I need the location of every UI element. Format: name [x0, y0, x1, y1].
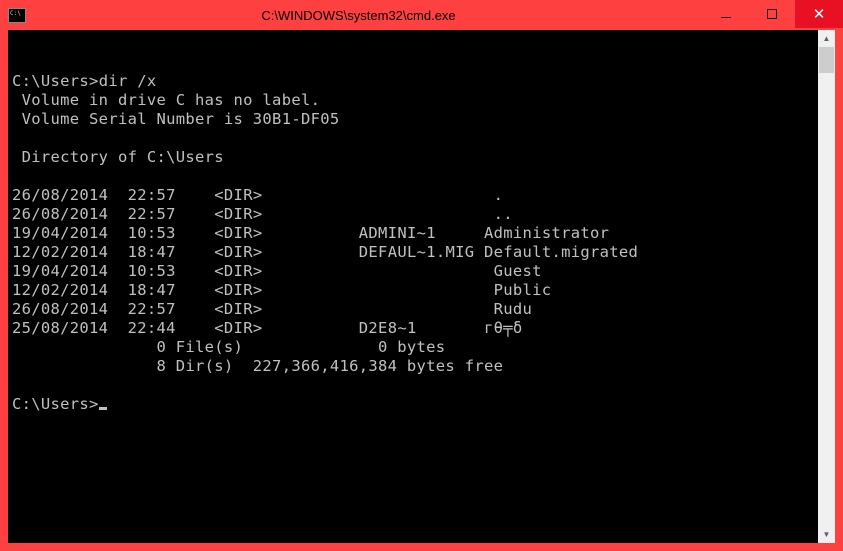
- vertical-scrollbar[interactable]: ▲ ▼: [818, 30, 835, 543]
- cmd-window: C:\WINDOWS\system32\cmd.exe ✕ C:\Users>d…: [0, 0, 843, 551]
- console-frame: C:\Users>dir /x Volume in drive C has no…: [8, 30, 835, 543]
- summary-files: 0 File(s) 0 bytes: [12, 338, 445, 356]
- blank-line: [12, 167, 22, 185]
- cursor: [99, 407, 107, 410]
- volume-serial-line: Volume Serial Number is 30B1-DF05: [12, 110, 339, 128]
- scroll-down-button[interactable]: ▼: [818, 526, 835, 543]
- dir-entry: 26/08/2014 22:57 <DIR> ..: [12, 205, 513, 223]
- dir-entry: 12/02/2014 18:47 <DIR> Public: [12, 281, 551, 299]
- directory-header: Directory of C:\Users: [12, 148, 224, 166]
- prompt-line: C:\Users>dir /x: [12, 72, 156, 90]
- window-controls: ✕: [703, 0, 843, 30]
- dir-entry: 25/08/2014 22:44 <DIR> D2E8~1 гθ╤δ: [12, 319, 523, 337]
- console-output[interactable]: C:\Users>dir /x Volume in drive C has no…: [8, 30, 818, 543]
- minimize-button[interactable]: [703, 0, 749, 28]
- dir-entry: 12/02/2014 18:47 <DIR> DEFAUL~1.MIG Defa…: [12, 243, 638, 261]
- blank-line: [12, 376, 22, 394]
- empty-line: [12, 53, 22, 71]
- summary-dirs: 8 Dir(s) 227,366,416,384 bytes free: [12, 357, 503, 375]
- scrollbar-track[interactable]: [818, 47, 835, 526]
- blank-line: [12, 129, 22, 147]
- window-title: C:\WINDOWS\system32\cmd.exe: [34, 8, 703, 23]
- dir-entry: 19/04/2014 10:53 <DIR> ADMINI~1 Administ…: [12, 224, 609, 242]
- dir-entry: 26/08/2014 22:57 <DIR> .: [12, 186, 503, 204]
- prompt-path: C:\Users>: [12, 395, 99, 413]
- dir-entry: 19/04/2014 10:53 <DIR> Guest: [12, 262, 542, 280]
- close-button[interactable]: ✕: [795, 0, 843, 28]
- prompt-path: C:\Users>: [12, 72, 99, 90]
- maximize-button[interactable]: [749, 0, 795, 28]
- scrollbar-thumb[interactable]: [819, 47, 834, 73]
- titlebar[interactable]: C:\WINDOWS\system32\cmd.exe ✕: [0, 0, 843, 30]
- scroll-up-button[interactable]: ▲: [818, 30, 835, 47]
- dir-entry: 26/08/2014 22:57 <DIR> Rudu: [12, 300, 532, 318]
- volume-label-line: Volume in drive C has no label.: [12, 91, 320, 109]
- cmd-icon: [8, 8, 26, 23]
- command-text: dir /x: [99, 72, 157, 90]
- close-icon: ✕: [813, 5, 826, 23]
- prompt-line: C:\Users>: [12, 395, 107, 413]
